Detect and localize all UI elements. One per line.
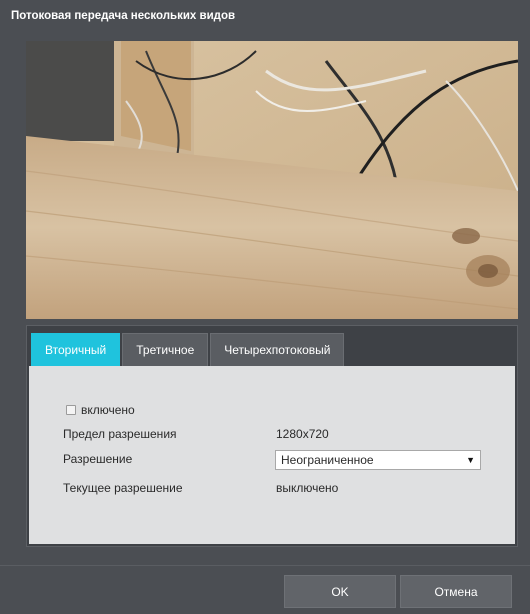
enabled-label: включено [81, 403, 135, 417]
tab-content: включено Предел разрешения 1280x720 Разр… [29, 366, 515, 544]
cancel-button[interactable]: Отмена [400, 575, 512, 608]
multi-stream-dialog: Потоковая передача нескольких видов Втор… [0, 0, 530, 614]
enabled-checkbox[interactable] [66, 405, 76, 415]
current-resolution-label: Текущее разрешение [63, 481, 183, 495]
resolution-selected-value: Неограниченное [281, 453, 374, 467]
ok-button[interactable]: OK [284, 575, 396, 608]
tab-quad-stream[interactable]: Четырехпотоковый [210, 333, 345, 366]
tab-tertiary[interactable]: Третичное [122, 333, 209, 366]
enabled-row: включено [66, 403, 135, 417]
resolution-limit-label: Предел разрешения [63, 427, 177, 441]
dialog-title: Потоковая передача нескольких видов [11, 10, 236, 22]
footer-divider [0, 565, 530, 566]
stream-settings-panel: Вторичный Третичное Четырехпотоковый вкл… [26, 325, 518, 547]
stream-tabs: Вторичный Третичное Четырехпотоковый [31, 333, 346, 366]
resolution-select[interactable]: Неограниченное ▼ [275, 450, 481, 470]
tab-secondary[interactable]: Вторичный [31, 333, 121, 366]
current-resolution-value: выключено [276, 481, 339, 495]
resolution-label: Разрешение [63, 452, 133, 466]
camera-feed-image [26, 41, 518, 319]
camera-preview [26, 41, 518, 319]
dropdown-arrow-icon: ▼ [466, 455, 475, 465]
resolution-limit-value: 1280x720 [276, 427, 329, 441]
